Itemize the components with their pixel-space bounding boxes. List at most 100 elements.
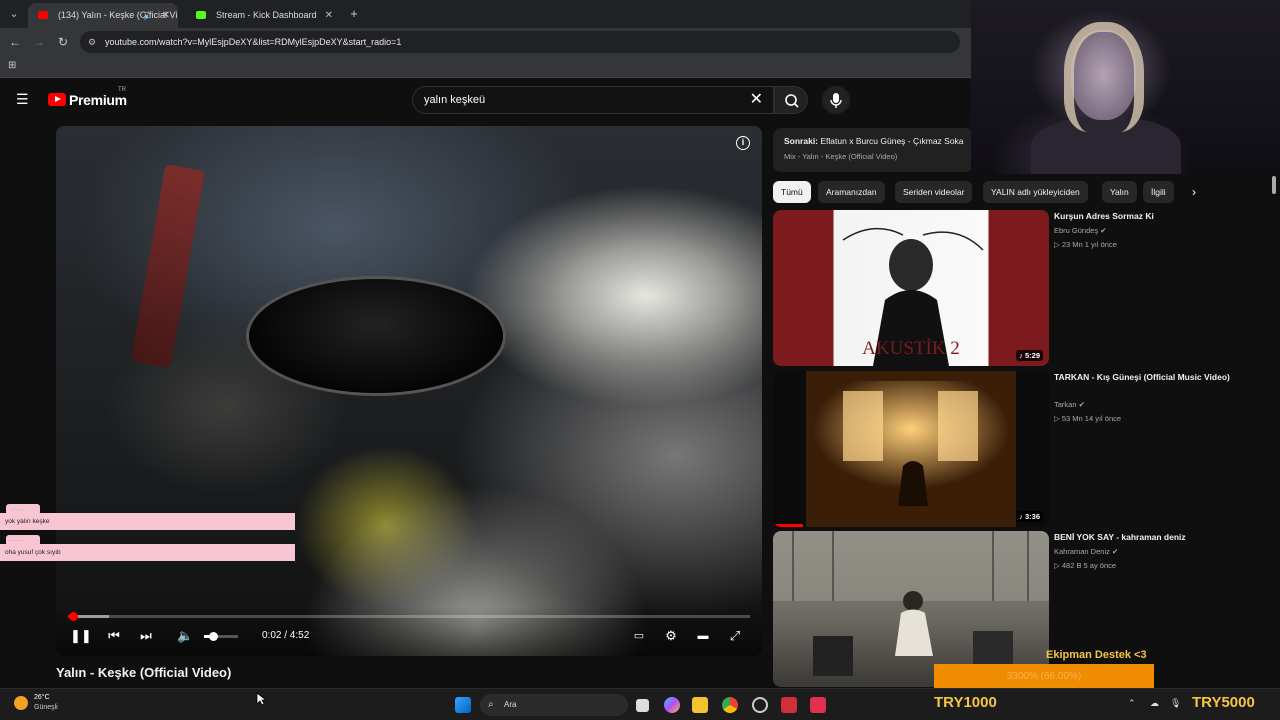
video-thumbnail[interactable]: AKUSTİK 2 ♪ 5:29 bbox=[773, 210, 1049, 366]
url-text: youtube.com/watch?v=MylEsjpDeXY&list=RDM… bbox=[105, 37, 402, 47]
windows-start-icon[interactable] bbox=[455, 697, 471, 713]
meta-line: ▷ 53 Mn 14 yıl önce bbox=[1054, 414, 1121, 423]
video-frame-drum bbox=[246, 276, 506, 396]
video-player[interactable]: i ❚❚ ⏮ ⏭ 🔈 0:02 / 4:52 ▭ ⚙ ▬ ⤢ bbox=[56, 126, 762, 656]
meta-line: ▷ 23 Mn 1 yıl önce bbox=[1054, 240, 1117, 249]
windows-taskbar: 26°C Güneşli ⌕ Ara TRY1000 ⌃ ☁ 🎙 TRY5000 bbox=[0, 688, 1280, 720]
next-icon[interactable]: ⏭ bbox=[138, 628, 154, 644]
task-view-icon[interactable] bbox=[636, 699, 649, 712]
chip-series[interactable]: Seriden videolar bbox=[895, 181, 973, 203]
microphone-icon bbox=[830, 93, 842, 108]
tab-close-icon[interactable]: ✕ bbox=[162, 3, 170, 28]
app-icon[interactable] bbox=[781, 697, 797, 713]
chip-all[interactable]: Tümü bbox=[773, 181, 811, 203]
site-info-icon[interactable]: ⚙ bbox=[88, 31, 96, 53]
donation-min-amount: TRY1000 bbox=[934, 694, 997, 711]
thumbnail-text: AKUSTİK 2 bbox=[862, 338, 960, 359]
search-input[interactable]: yalın keşkeü ✕ bbox=[412, 86, 774, 114]
search-value: yalın keşkeü bbox=[424, 94, 486, 106]
youtube-favicon-icon bbox=[38, 11, 48, 19]
copilot-icon[interactable] bbox=[664, 697, 680, 713]
volume-handle[interactable] bbox=[208, 632, 218, 641]
fullscreen-icon[interactable]: ⤢ bbox=[727, 628, 743, 644]
forward-arrow-icon[interactable]: → bbox=[31, 34, 47, 50]
video-thumbnail[interactable]: ♪ 3:36 bbox=[773, 371, 1049, 527]
sidebar-scrollbar[interactable] bbox=[1270, 176, 1278, 686]
upload-age: 1 yıl önce bbox=[1084, 240, 1117, 249]
donation-goal-bar: 3300% (66.00%) bbox=[934, 664, 1154, 690]
voice-search-button[interactable] bbox=[822, 86, 850, 114]
channel-line[interactable]: Tarkan ✔ bbox=[1054, 400, 1085, 409]
verified-check-icon: ✔ bbox=[1078, 400, 1085, 409]
chip-related[interactable]: İlgili bbox=[1143, 181, 1174, 203]
view-count: ▷ 482 B bbox=[1054, 561, 1082, 570]
up-next-title: Eflatun x Burcu Güneş - Çıkmaz Soka bbox=[820, 136, 964, 146]
recommendation-title[interactable]: TARKAN - Kış Güneşi (Official Music Vide… bbox=[1054, 371, 1234, 384]
chip-from-search[interactable]: Aramanızdan bbox=[818, 181, 885, 203]
search-button[interactable] bbox=[774, 86, 808, 114]
tab-title: Stream - Kick Dashboard bbox=[216, 10, 317, 20]
chip-uploader[interactable]: YALIN adlı yükleyiciden bbox=[983, 181, 1088, 203]
theater-mode-icon[interactable]: ▬ bbox=[695, 628, 711, 644]
tab-youtube[interactable]: (134) Yalın - Keşke (Official Vi 🔈 ✕ bbox=[28, 3, 178, 28]
new-tab-button[interactable]: + bbox=[346, 4, 362, 24]
app-icon-2[interactable] bbox=[810, 697, 826, 713]
tab-close-icon[interactable]: ✕ bbox=[325, 3, 333, 28]
recommendation-title[interactable]: Kurşun Adres Sormaz Ki bbox=[1054, 210, 1234, 223]
clear-search-icon[interactable]: ✕ bbox=[750, 87, 763, 113]
upload-age: 5 ay önce bbox=[1083, 561, 1117, 570]
file-explorer-icon[interactable] bbox=[692, 697, 708, 713]
search-icon: ⌕ bbox=[488, 699, 494, 710]
scrubber-handle[interactable] bbox=[68, 612, 78, 621]
channel-line[interactable]: Kahraman Deniz ✔ bbox=[1054, 547, 1118, 556]
donation-goal-progress: 3300% (66.00%) bbox=[1006, 671, 1082, 682]
mouse-cursor-icon bbox=[256, 692, 266, 706]
up-next-card[interactable]: Sonraki: Eflatun x Burcu Güneş - Çıkmaz … bbox=[773, 128, 973, 172]
view-count: ▷ 23 Mn bbox=[1054, 240, 1083, 249]
chip-yalin[interactable]: Yalın bbox=[1102, 181, 1137, 203]
channel-name: Tarkan bbox=[1054, 400, 1077, 409]
channel-name: Kahraman Deniz bbox=[1054, 547, 1110, 556]
view-count: ▷ 53 Mn bbox=[1054, 414, 1083, 423]
channel-line[interactable]: Ebru Gündeş ✔ bbox=[1054, 226, 1107, 235]
cloud-icon[interactable]: ☁ bbox=[1150, 698, 1159, 709]
watched-progress bbox=[773, 524, 803, 527]
menu-hamburger-icon[interactable]: ☰ bbox=[16, 91, 32, 107]
duration-badge: ♪ 3:36 bbox=[1016, 511, 1043, 522]
chevron-right-icon[interactable]: › bbox=[1192, 185, 1196, 199]
steam-icon[interactable] bbox=[752, 697, 768, 713]
up-next-subtitle: Mix - Yalın - Keşke (Official Video) bbox=[784, 152, 898, 161]
volume-slider[interactable] bbox=[204, 632, 238, 641]
subtitles-icon[interactable]: ▭ bbox=[631, 628, 647, 644]
url-field[interactable]: ⚙ youtube.com/watch?v=MylEsjpDeXY&list=R… bbox=[80, 31, 960, 53]
duration-badge: ♪ 5:29 bbox=[1016, 350, 1043, 361]
sun-icon[interactable] bbox=[14, 696, 28, 710]
weather-temp: 26°C bbox=[34, 694, 50, 701]
volume-icon[interactable]: 🔈 bbox=[177, 628, 193, 644]
previous-icon[interactable]: ⏮ bbox=[106, 628, 122, 644]
tray-chevron-up-icon[interactable]: ⌃ bbox=[1128, 698, 1136, 709]
back-arrow-icon[interactable]: ← bbox=[7, 34, 23, 50]
chrome-icon[interactable] bbox=[722, 697, 738, 713]
verified-check-icon: ✔ bbox=[1100, 226, 1107, 235]
tab-search-menu-icon[interactable]: ⌄ bbox=[4, 4, 24, 24]
recommendation-item[interactable]: AKUSTİK 2 ♪ 5:29 Kurşun Adres Sormaz Ki … bbox=[773, 210, 1253, 366]
tab-kick-dashboard[interactable]: Stream - Kick Dashboard ✕ bbox=[186, 3, 341, 28]
webcam-headphones bbox=[1064, 22, 1144, 132]
scrollbar-thumb[interactable] bbox=[1272, 176, 1276, 194]
settings-gear-icon[interactable]: ⚙ bbox=[663, 628, 679, 644]
channel-name: Ebru Gündeş bbox=[1054, 226, 1099, 235]
pause-icon[interactable]: ❚❚ bbox=[70, 628, 92, 644]
taskbar-search[interactable]: ⌕ Ara bbox=[480, 694, 628, 716]
recommendation-title[interactable]: BENİ YOK SAY - kahraman deniz bbox=[1054, 531, 1234, 544]
recommendation-item[interactable]: ♪ 3:36 TARKAN - Kış Güneşi (Official Mus… bbox=[773, 371, 1253, 527]
weather-desc: Güneşli bbox=[34, 704, 58, 711]
time-display: 0:02 / 4:52 bbox=[262, 630, 310, 641]
tab-audio-icon[interactable]: 🔈 bbox=[143, 3, 154, 28]
microphone-tray-icon[interactable]: 🎙 bbox=[1170, 698, 1181, 709]
apps-grid-icon[interactable]: ⊞ bbox=[8, 60, 20, 72]
up-next-title-line: Sonraki: Eflatun x Burcu Güneş - Çıkmaz … bbox=[784, 136, 964, 146]
video-info-icon[interactable]: i bbox=[736, 136, 750, 150]
reload-icon[interactable]: ↻ bbox=[55, 34, 71, 50]
progress-bar[interactable] bbox=[68, 612, 750, 621]
